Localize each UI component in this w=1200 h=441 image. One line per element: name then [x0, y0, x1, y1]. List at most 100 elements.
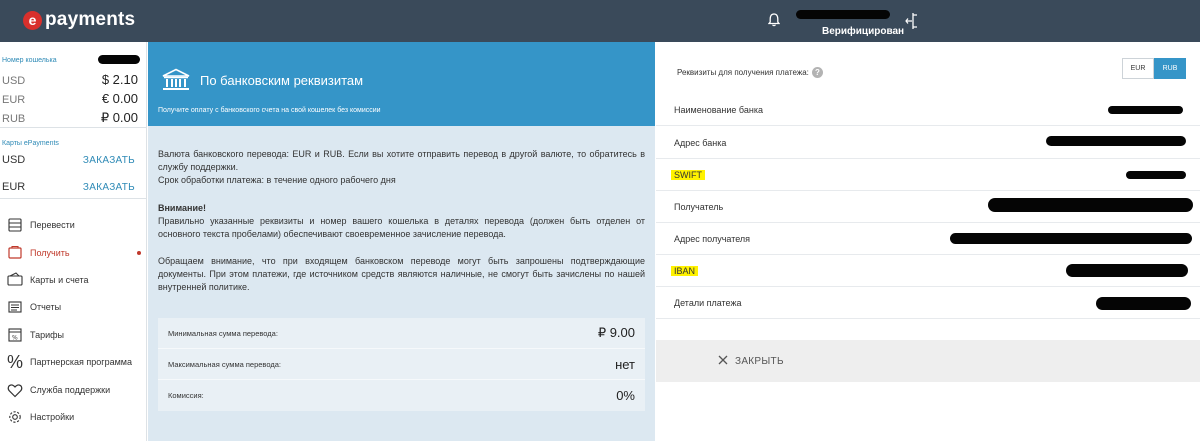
requisite-label: Получатель — [674, 201, 724, 212]
requisite-label: SWIFT — [671, 169, 705, 180]
nav-item-partner[interactable]: % Партнерская программа — [0, 349, 146, 375]
requisites-panel: Реквизиты для получения платежа: ? EUR R… — [656, 42, 1200, 441]
wallet-title: Номер кошелька — [2, 57, 57, 64]
requisite-row-iban: IBAN — [656, 255, 1200, 287]
attention-text: Правильно указанные реквизиты и номер ва… — [158, 216, 645, 239]
fee-row-commission: Комиссия: 0% — [158, 380, 645, 411]
currency-rub-button[interactable]: RUB — [1154, 58, 1186, 79]
bank-transfer-panel: По банковским реквизитам Получите оплату… — [148, 42, 655, 441]
fee-label: Комиссия: — [168, 391, 204, 400]
order-card-button[interactable]: ЗАКАЗАТЬ — [83, 182, 135, 193]
redacted-value — [1046, 136, 1186, 146]
fee-value: 0% — [616, 388, 635, 403]
balance-currency: USD — [2, 75, 26, 87]
fee-value: нет — [615, 356, 635, 372]
processing-time-text: Срок обработки платежа: в течение одного… — [158, 175, 396, 185]
documents-notice: Обращаем внимание, что при входящем банк… — [158, 256, 645, 292]
receive-icon — [0, 245, 30, 261]
requisite-row-payment-details: Детали платежа — [656, 287, 1200, 319]
nav-label: Получить — [30, 248, 70, 258]
redacted-value — [1108, 106, 1183, 114]
card-currency: USD — [2, 154, 26, 166]
fee-row-max: Максимальная сумма перевода: нет — [158, 349, 645, 380]
transfer-icon — [0, 217, 30, 233]
active-indicator — [137, 251, 141, 255]
nav-item-support[interactable]: Служба поддержки — [0, 377, 146, 403]
redacted-value — [1096, 297, 1191, 310]
sidebar: Номер кошелька USD $ 2.10 EUR € 0.00 RUB… — [0, 42, 147, 441]
percent-icon: % — [6, 351, 23, 372]
order-card-button[interactable]: ЗАКАЗАТЬ — [83, 155, 135, 166]
fee-row-min: Минимальная сумма перевода: ₽ 9.00 — [158, 318, 645, 349]
wallet-number-redacted — [98, 55, 140, 64]
bank-icon — [161, 68, 191, 97]
panel-subtitle: Получите оплату с банковского счета на с… — [158, 107, 381, 114]
balance-amount: ₽ 0.00 — [100, 110, 138, 125]
currency-eur-button[interactable]: EUR — [1122, 58, 1154, 79]
reports-icon — [0, 299, 30, 315]
requisites-title-text: Реквизиты для получения платежа: — [677, 68, 809, 77]
requisite-label: Наименование банка — [674, 104, 763, 115]
close-label: ЗАКРЫТЬ — [735, 355, 784, 367]
nav-label: Служба поддержки — [30, 385, 111, 395]
close-bar: ЗАКРЫТЬ — [656, 340, 1200, 382]
tariffs-icon: % — [0, 327, 30, 343]
nav-label: Отчеты — [30, 302, 62, 312]
fee-label: Максимальная сумма перевода: — [168, 359, 281, 369]
requisite-label: Адрес получателя — [674, 233, 751, 244]
nav-item-settings[interactable]: Настройки — [0, 404, 146, 430]
redacted-value — [988, 198, 1193, 212]
requisite-label: Детали платежа — [674, 297, 742, 308]
wallet-section: Номер кошелька USD $ 2.10 EUR € 0.00 RUB… — [0, 42, 146, 128]
card-currency: EUR — [2, 181, 26, 193]
nav-item-cards[interactable]: Карты и счета — [0, 267, 146, 293]
user-name-redacted — [796, 10, 890, 19]
nav-item-tariffs[interactable]: % Тарифы — [0, 322, 146, 348]
close-icon — [718, 352, 728, 370]
nav-label: Тарифы — [30, 330, 65, 340]
balance-row: RUB ₽ 0.00 — [2, 110, 138, 126]
panel-header: По банковским реквизитам Получите оплату… — [148, 42, 655, 126]
panel-title: По банковским реквизитам — [200, 73, 364, 88]
requisite-row-recipient: Получатель — [656, 191, 1200, 223]
nav-item-reports[interactable]: Отчеты — [0, 294, 146, 320]
balance-amount: € 0.00 — [101, 91, 138, 106]
requisite-row-bank-name: Наименование банка — [656, 94, 1200, 126]
currency-info-text: Валюта банковского перевода: EUR и RUB. … — [158, 149, 645, 172]
currency-toggle: EUR RUB — [1122, 58, 1186, 79]
redacted-value — [950, 233, 1192, 244]
redacted-value — [1126, 171, 1186, 179]
help-icon[interactable]: ? — [811, 67, 823, 78]
balance-currency: RUB — [2, 113, 26, 125]
fee-value: ₽ 9.00 — [597, 325, 635, 340]
logo-text: payments — [45, 9, 136, 30]
requisite-label: IBAN — [671, 265, 699, 276]
requisites-title: Реквизиты для получения платежа: ? — [677, 67, 823, 78]
requisite-label: Адрес банка — [674, 137, 727, 148]
balance-amount: $ 2.10 — [101, 72, 138, 87]
nav-label: Партнерская программа — [30, 357, 132, 367]
nav-label: Карты и счета — [30, 275, 89, 285]
bell-icon[interactable] — [767, 13, 781, 32]
cards-section: Карты ePayments USD ЗАКАЗАТЬ EUR ЗАКАЗАТ… — [0, 128, 146, 199]
currency-info: Валюта банковского перевода: EUR и RUB. … — [158, 148, 645, 187]
nav-label: Перевести — [30, 220, 75, 230]
balance-row: EUR € 0.00 — [2, 91, 138, 106]
requisite-row-bank-address: Адрес банка — [656, 127, 1200, 159]
user-status: Верифицирован — [822, 26, 905, 37]
cards-title: Карты ePayments — [2, 140, 59, 147]
heart-icon — [0, 383, 30, 398]
close-button[interactable]: ЗАКРЫТЬ — [718, 352, 784, 370]
balance-row: USD $ 2.10 — [2, 72, 138, 87]
balance-currency: EUR — [2, 94, 26, 106]
svg-text:%: % — [12, 335, 18, 342]
gear-icon — [0, 409, 30, 425]
nav-item-transfer[interactable]: Перевести — [0, 212, 146, 238]
requisite-row-recipient-address: Адрес получателя — [656, 223, 1200, 255]
logout-icon[interactable] — [905, 12, 919, 35]
card-row: USD ЗАКАЗАТЬ — [2, 154, 135, 166]
nav-item-receive[interactable]: Получить — [0, 240, 146, 266]
fee-label: Минимальная сумма перевода: — [168, 328, 278, 338]
logo[interactable]: e payments — [23, 9, 135, 31]
attention-heading: Внимание! — [158, 203, 206, 213]
